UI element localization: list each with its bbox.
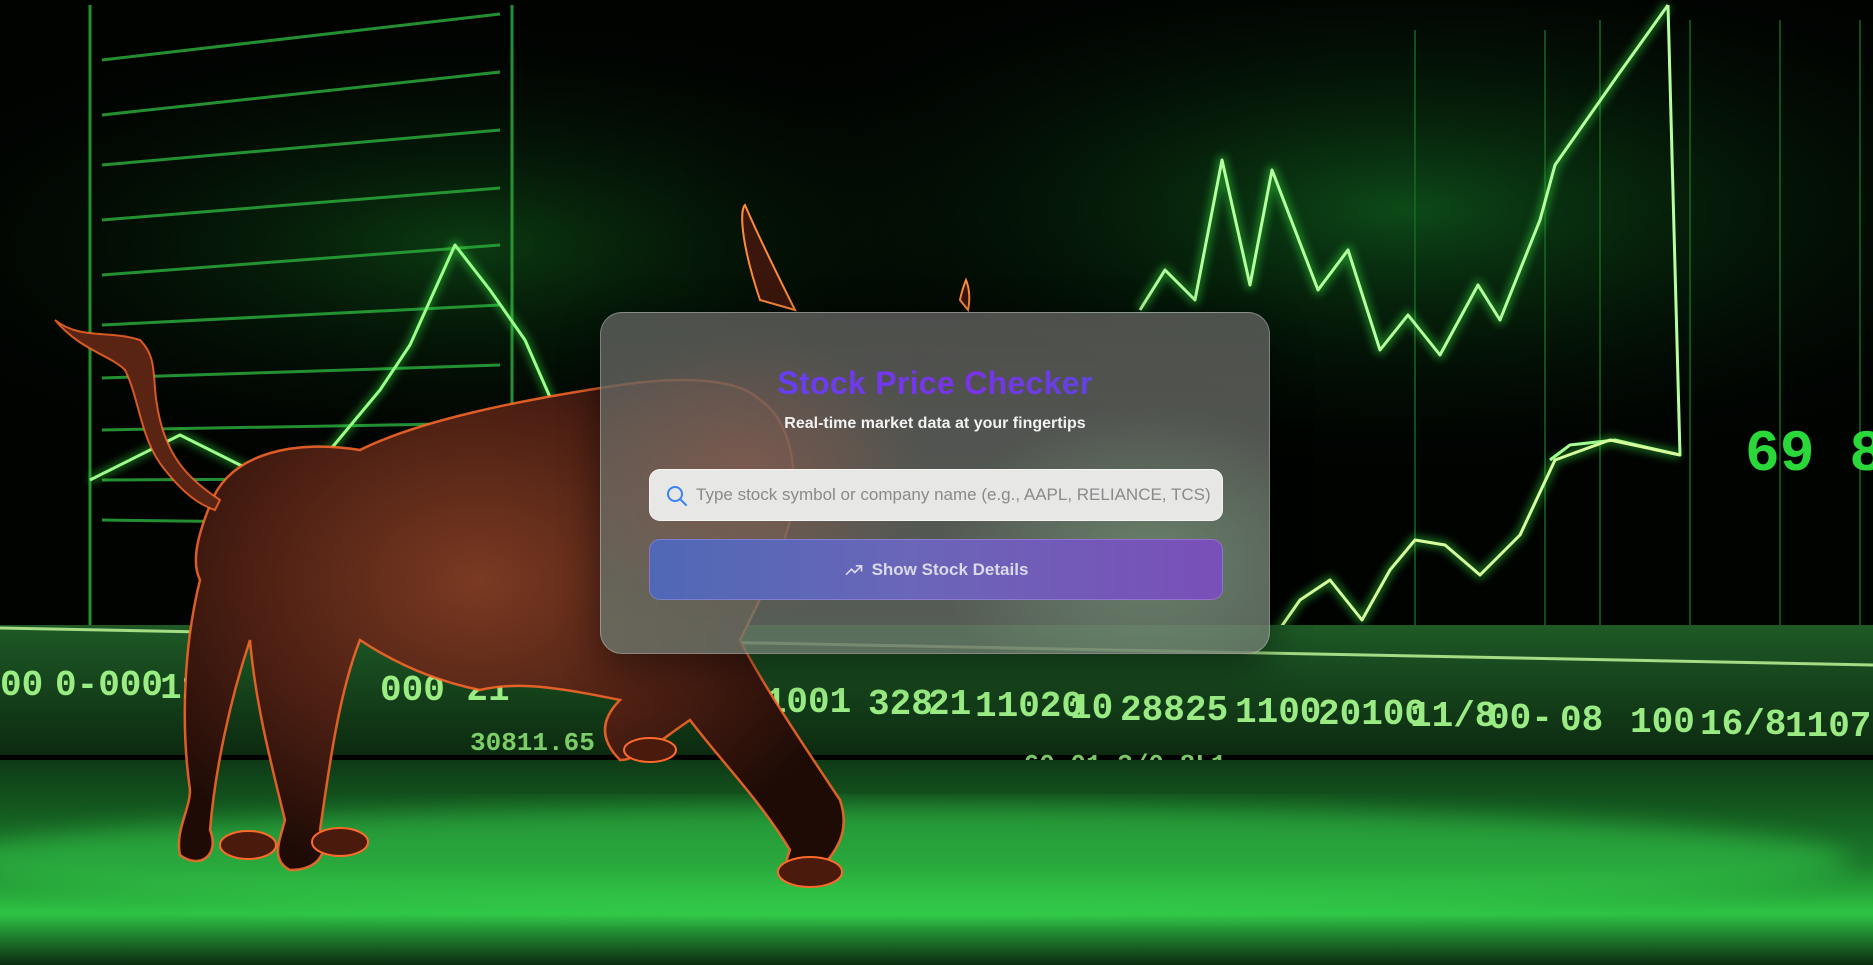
svg-text:1100: 1100 (1235, 692, 1321, 733)
page-subtitle: Real-time market data at your fingertips (784, 415, 1086, 432)
svg-text:10: 10 (1070, 688, 1113, 729)
stock-search-card: Stock Price Checker Real-time market dat… (600, 312, 1270, 654)
search-icon (667, 486, 687, 506)
search-box[interactable] (649, 469, 1223, 521)
trending-up-icon (845, 564, 862, 575)
page-title: Stock Price Checker (601, 365, 1269, 402)
side-numbers-text: 69 89 (1745, 423, 1873, 488)
show-stock-details-label: Show Stock Details (871, 559, 1029, 579)
svg-text:00-: 00- (1488, 698, 1553, 739)
app-viewport: 69 89 00 0-000 11 000 21 1111001 328 21 … (0, 0, 1873, 965)
stock-search-input[interactable] (696, 470, 1214, 520)
svg-text:16/8: 16/8 (1700, 704, 1786, 745)
show-stock-details-button[interactable]: Show Stock Details (649, 539, 1223, 600)
svg-text:1107: 1107 (1785, 706, 1871, 747)
svg-text:08: 08 (1560, 700, 1603, 741)
svg-text:00: 00 (0, 665, 43, 706)
svg-text:0-000: 0-000 (55, 665, 163, 706)
svg-text:25: 25 (1185, 690, 1228, 731)
svg-text:21: 21 (928, 684, 971, 725)
svg-text:11/8: 11/8 (1410, 696, 1496, 737)
svg-text:328: 328 (868, 684, 933, 725)
svg-text:288: 288 (1120, 690, 1185, 731)
svg-text:100: 100 (1630, 702, 1695, 743)
svg-text:11020: 11020 (975, 686, 1083, 727)
svg-text:30811.65: 30811.65 (470, 728, 595, 758)
